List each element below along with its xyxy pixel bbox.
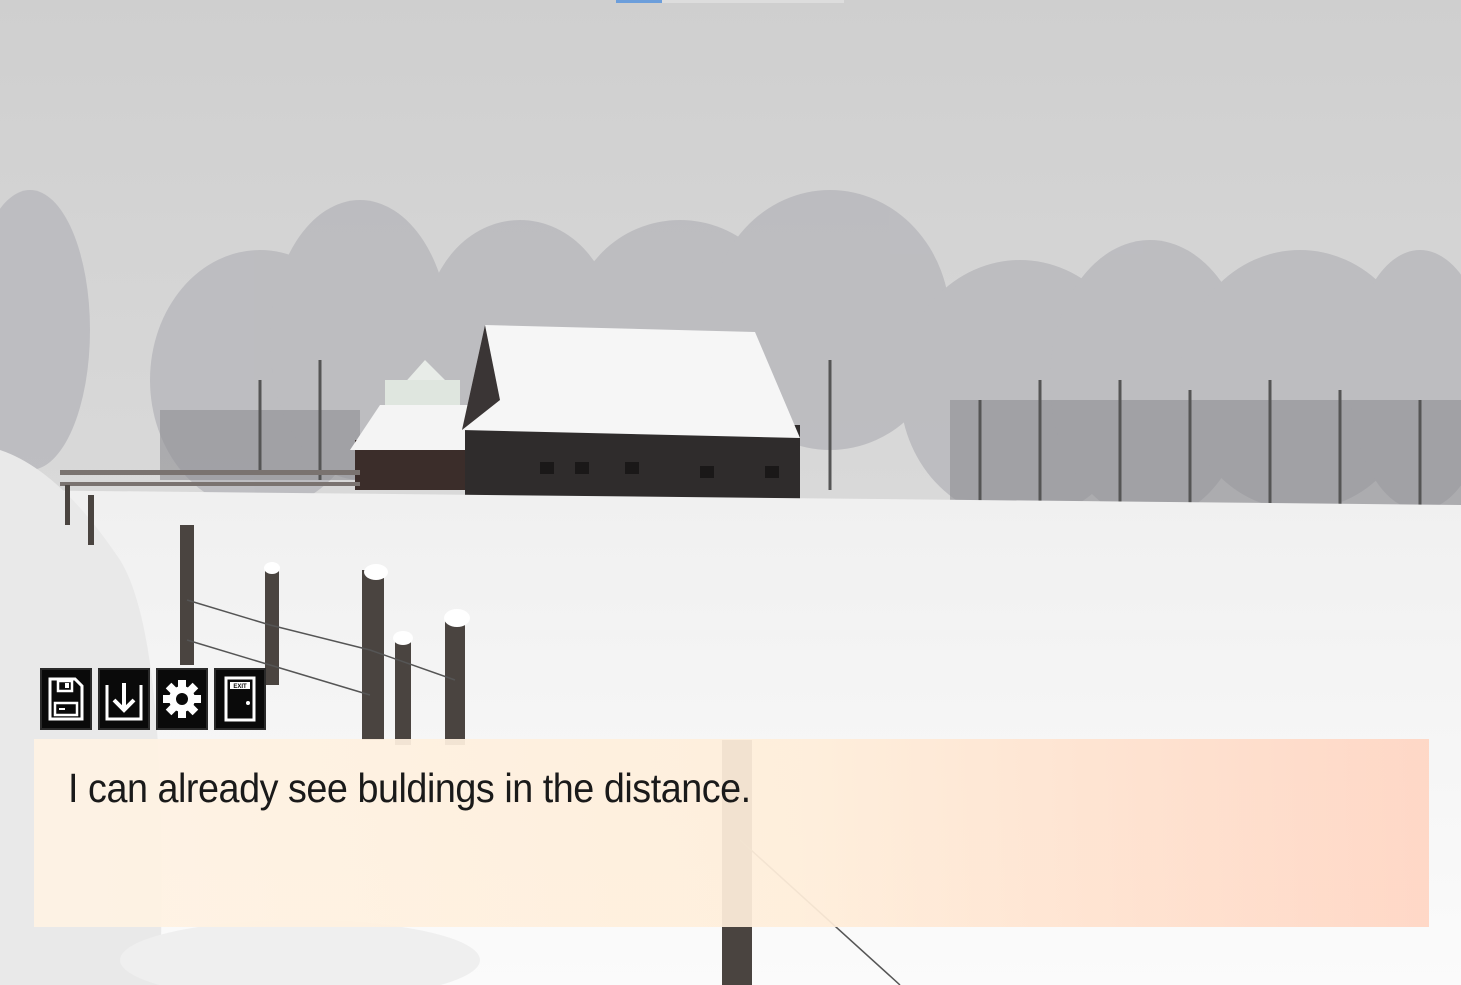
save-button[interactable] <box>40 668 92 730</box>
load-button[interactable] <box>98 668 150 730</box>
quick-menu-toolbar: EXIT <box>40 668 266 730</box>
load-icon <box>105 683 143 721</box>
dialogue-box[interactable]: I can already see buldings in the distan… <box>34 739 1429 927</box>
exit-button[interactable]: EXIT <box>214 668 266 730</box>
exit-icon: EXIT <box>224 676 256 722</box>
top-progress-active <box>616 0 662 3</box>
dialogue-text: I can already see buldings in the distan… <box>68 765 751 811</box>
exit-sign-label: EXIT <box>233 684 247 690</box>
save-icon <box>48 677 84 721</box>
top-progress-indicator <box>616 0 844 3</box>
settings-button[interactable] <box>156 668 208 730</box>
settings-icon <box>163 680 201 718</box>
